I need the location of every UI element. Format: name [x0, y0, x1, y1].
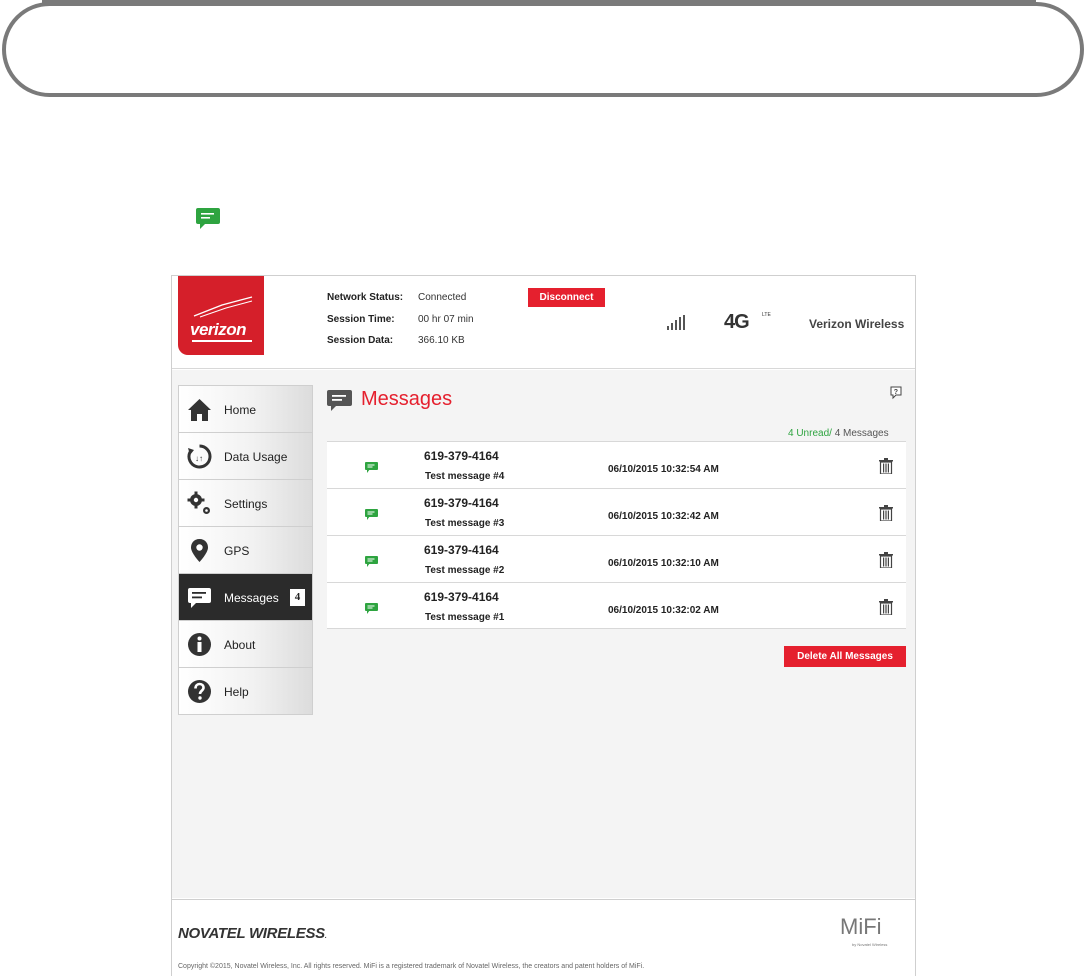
sidebar-item-data-usage[interactable]: ↓↑ Data Usage: [179, 433, 312, 480]
messages-title-icon: [327, 390, 352, 411]
location-pin-icon: [191, 539, 208, 562]
message-row[interactable]: 619-379-4164 Test message #1 06/10/2015 …: [327, 582, 906, 629]
total-count: 4 Messages: [831, 428, 889, 439]
sidebar-item-label: Data Usage: [224, 450, 288, 464]
svg-text:?: ?: [894, 389, 898, 396]
message-sender: 619-379-4164: [424, 543, 499, 557]
home-icon: [188, 399, 211, 421]
message-text: Test message #2: [425, 565, 505, 576]
message-row[interactable]: 619-379-4164 Test message #2 06/10/2015 …: [327, 535, 906, 582]
message-bubble-icon: [365, 462, 378, 473]
message-icon: [196, 208, 220, 229]
mifi-logo-sub: by Novatel Wireless: [852, 942, 888, 947]
disconnect-button[interactable]: Disconnect: [528, 288, 605, 307]
verizon-logo-text: verizon: [190, 320, 247, 339]
copyright-text: Copyright ©2015, Novatel Wireless, Inc. …: [178, 963, 645, 970]
trash-icon[interactable]: [879, 552, 893, 568]
sidebar-item-label: About: [224, 638, 256, 652]
sidebar-item-messages[interactable]: Messages 4: [179, 574, 312, 621]
session-data-value: 366.10 KB: [418, 335, 465, 346]
novatel-logo-text: NOVATEL WIRELESS: [178, 925, 325, 942]
message-bubble-icon: [365, 603, 378, 614]
message-date: 06/10/2015 10:32:54 AM: [608, 464, 719, 475]
network-type: 4G: [724, 311, 750, 333]
svg-text:↓↑: ↓↑: [195, 454, 203, 463]
gear-icon: [187, 491, 210, 514]
sidebar-item-label: Settings: [224, 497, 268, 511]
sidebar-item-label: Home: [224, 403, 257, 417]
message-count: 4 Unread/ 4 Messages: [788, 428, 889, 439]
message-text: Test message #4: [425, 471, 505, 482]
sidebar-item-label: GPS: [224, 544, 250, 558]
logo-underline: [192, 340, 252, 342]
top-rounded-bar: [2, 2, 1084, 97]
sidebar-item-home[interactable]: Home: [179, 386, 312, 433]
message-sender: 619-379-4164: [424, 496, 499, 510]
network-status-value: Connected: [418, 292, 467, 303]
verizon-logo[interactable]: verizon: [178, 276, 264, 355]
message-sender: 619-379-4164: [424, 449, 499, 463]
message-row[interactable]: 619-379-4164 Test message #4 06/10/2015 …: [327, 441, 906, 488]
message-sender: 619-379-4164: [424, 590, 499, 604]
mifi-web-app: verizon Network Status: Connected Sessio…: [171, 275, 916, 976]
trash-icon[interactable]: [879, 505, 893, 521]
message-date: 06/10/2015 10:32:10 AM: [608, 558, 719, 569]
signal-strength-icon: [667, 315, 685, 330]
message-list: 619-379-4164 Test message #4 06/10/2015 …: [327, 441, 906, 629]
trash-icon[interactable]: [879, 458, 893, 474]
network-type-sub: LTE: [762, 312, 771, 318]
session-time-value: 00 hr 07 min: [418, 314, 474, 325]
unread-count-badge: 4: [290, 589, 305, 606]
message-bubble-icon: [365, 556, 378, 567]
mifi-logo: MiFi: [840, 914, 882, 939]
novatel-logo-mark: .: [324, 933, 327, 940]
page-title: Messages: [361, 388, 453, 410]
message-date: 06/10/2015 10:32:02 AM: [608, 605, 719, 616]
novatel-logo: NOVATEL WIRELESS.: [178, 925, 327, 942]
session-time-label: Session Time:: [327, 314, 395, 325]
help-question-icon[interactable]: ?: [890, 386, 902, 400]
trash-icon[interactable]: [879, 599, 893, 615]
message-icon: [188, 588, 211, 608]
sidebar-item-help[interactable]: Help: [179, 668, 312, 715]
app-footer: NOVATEL WIRELESS. MiFi by Novatel Wirele…: [172, 899, 915, 976]
message-text: Test message #1: [425, 612, 505, 623]
sidebar-item-gps[interactable]: GPS: [179, 527, 312, 574]
carrier-name: Verizon Wireless: [809, 317, 905, 331]
session-data-label: Session Data:: [327, 335, 394, 346]
message-date: 06/10/2015 10:32:42 AM: [608, 511, 719, 522]
delete-all-messages-button[interactable]: Delete All Messages: [784, 646, 906, 667]
message-bubble-icon: [365, 509, 378, 520]
network-status-label: Network Status:: [327, 292, 404, 303]
top-border-rule: [42, 0, 1036, 5]
sidebar-item-label: Messages: [224, 591, 279, 605]
sidebar-item-settings[interactable]: Settings: [179, 480, 312, 527]
unread-count: 4 Unread/: [788, 428, 832, 439]
app-header: verizon Network Status: Connected Sessio…: [172, 276, 915, 369]
message-row[interactable]: 619-379-4164 Test message #3 06/10/2015 …: [327, 488, 906, 535]
message-text: Test message #3: [425, 518, 505, 529]
question-icon: [188, 680, 211, 703]
sidebar-nav: Home ↓↑ Data Usage Settings GPS Messages…: [178, 385, 313, 715]
info-icon: [188, 633, 211, 656]
verizon-check-icon: [193, 296, 253, 318]
data-usage-icon: ↓↑: [187, 444, 212, 469]
sidebar-item-about[interactable]: About: [179, 621, 312, 668]
sidebar-item-label: Help: [224, 685, 249, 699]
